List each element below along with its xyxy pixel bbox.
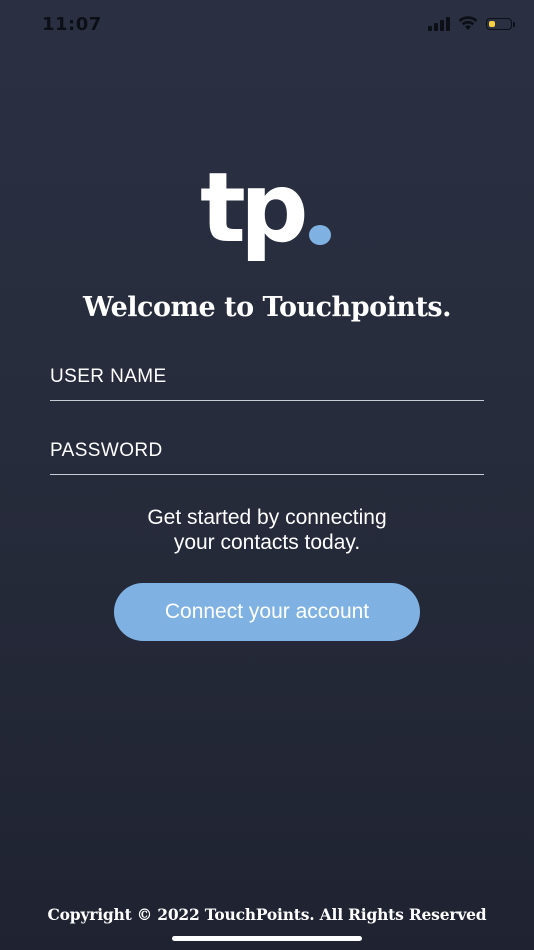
cellular-signal-icon <box>428 16 450 31</box>
copyright-text: Copyright © 2022 TouchPoints. All Rights… <box>47 905 487 924</box>
touchpoints-logo: tp <box>196 160 341 270</box>
logo-text: tp <box>200 152 309 264</box>
username-field[interactable] <box>50 362 484 401</box>
tagline-line-2: your contacts today. <box>173 531 361 554</box>
password-input[interactable] <box>50 436 484 466</box>
status-icons <box>428 16 515 31</box>
status-time: 11:07 <box>42 14 102 35</box>
home-indicator[interactable] <box>172 936 362 941</box>
connect-account-button[interactable]: Connect your account <box>114 583 420 641</box>
status-bar: 11:07 <box>0 0 534 54</box>
logo-dot <box>309 225 331 245</box>
page-title: Welcome to Touchpoints. <box>82 292 452 323</box>
wifi-icon <box>458 16 478 30</box>
battery-icon <box>486 17 515 30</box>
tagline: Get started by connecting your contacts … <box>0 505 534 555</box>
tagline-line-1: Get started by connecting <box>147 506 387 529</box>
username-input[interactable] <box>50 362 484 392</box>
battery-level <box>489 20 495 27</box>
password-field[interactable] <box>50 436 484 475</box>
